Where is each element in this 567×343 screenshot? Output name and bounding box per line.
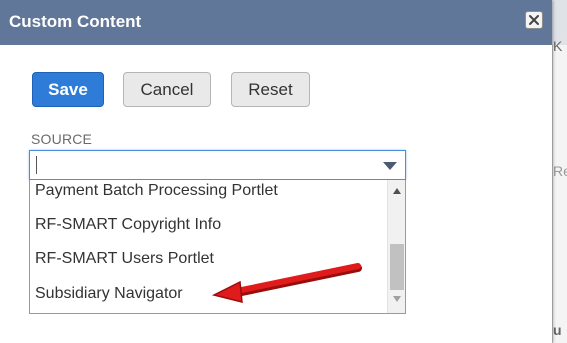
custom-content-dialog: Custom Content Save Cancel Reset SOURCE …	[0, 0, 552, 343]
list-item-payment-batch[interactable]: Payment Batch Processing Portlet	[35, 182, 278, 200]
reset-button[interactable]: Reset	[231, 72, 310, 107]
cancel-button[interactable]: Cancel	[123, 72, 211, 107]
dialog-title: Custom Content	[9, 12, 142, 31]
list-item-rf-smart-copyright[interactable]: RF-SMART Copyright Info	[35, 216, 221, 234]
save-button[interactable]: Save	[32, 72, 104, 107]
list-scrollbar[interactable]	[387, 180, 405, 313]
scroll-up-icon[interactable]	[393, 188, 401, 194]
red-arrow-annotation-icon	[211, 263, 362, 303]
background-text-fragment: Re	[553, 163, 567, 179]
scrollbar-thumb[interactable]	[390, 244, 404, 290]
source-select-input[interactable]	[29, 150, 406, 180]
dialog-titlebar: Custom Content	[0, 0, 552, 45]
list-item-rf-smart-users[interactable]: RF-SMART Users Portlet	[35, 250, 214, 268]
close-button[interactable]	[525, 11, 543, 29]
caret-down-icon[interactable]	[382, 161, 398, 171]
source-field-label: SOURCE	[31, 131, 93, 147]
scroll-down-icon[interactable]	[393, 296, 401, 302]
background-text-fragment: K	[553, 38, 563, 54]
list-item-subsidiary-navigator[interactable]: Subsidiary Navigator	[35, 285, 183, 303]
background-page	[552, 45, 567, 343]
text-cursor	[36, 156, 37, 174]
close-x-icon	[529, 15, 539, 25]
background-text-fragment: u	[553, 322, 562, 338]
